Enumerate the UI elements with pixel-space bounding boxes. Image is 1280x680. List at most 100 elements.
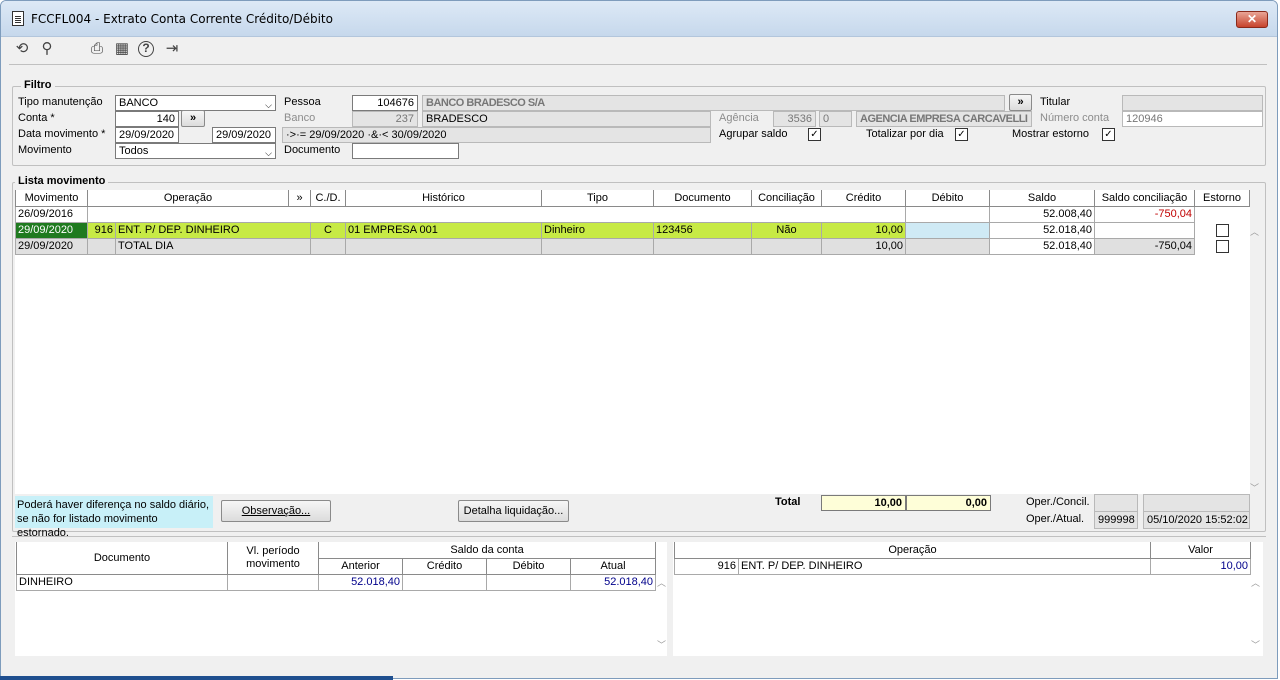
cell-operacao[interactable]: ENT. P/ DEP. DINHEIRO xyxy=(738,557,1151,575)
cell-debito[interactable] xyxy=(905,221,990,239)
table-row-total[interactable]: 29/09/2020 TOTAL DIA 10,00 52.018,40 -75… xyxy=(15,237,1250,255)
cell-documento[interactable]: 123456 xyxy=(653,221,752,239)
col-documento[interactable]: Documento xyxy=(16,542,228,575)
estorno-checkbox[interactable] xyxy=(1215,224,1229,237)
totalizar-dia-checkbox[interactable]: ✓ xyxy=(955,128,968,141)
pessoa-input[interactable]: 104676 xyxy=(352,95,418,111)
cell-operacao-code[interactable]: 916 xyxy=(87,221,116,239)
total-credito-field: 10,00 xyxy=(821,495,906,511)
cell-operacao[interactable]: ENT. P/ DEP. DINHEIRO xyxy=(115,221,311,239)
col-saldo[interactable]: Saldo xyxy=(989,190,1095,207)
pessoa-label: Pessoa xyxy=(284,96,321,108)
pessoa-lookup-button[interactable]: » xyxy=(1009,94,1032,111)
scroll-down-icon[interactable]: ﹀ xyxy=(1249,481,1260,494)
cell-vl-periodo[interactable] xyxy=(227,573,319,591)
cell-historico xyxy=(345,237,542,255)
calendar-icon[interactable]: ▦ xyxy=(113,40,131,58)
cell-credito[interactable]: 10,00 xyxy=(821,221,906,239)
col-documento[interactable]: Documento xyxy=(653,190,752,207)
col-credito[interactable]: Crédito xyxy=(821,190,906,207)
refresh-icon[interactable]: ⟲ xyxy=(13,40,31,58)
title-bar: FCCFL004 - Extrato Conta Corrente Crédit… xyxy=(1,1,1277,37)
cell-operacao-code[interactable]: 916 xyxy=(674,557,739,575)
cell-credito[interactable]: 10,00 xyxy=(821,237,906,255)
scroll-down-icon[interactable]: ﹀ xyxy=(656,638,667,651)
col-cd[interactable]: C./D. xyxy=(310,190,346,207)
col-atual[interactable]: Atual xyxy=(569,557,657,575)
cell-estorno xyxy=(1195,206,1250,222)
note-line-1: Poderá haver diferença no saldo diário, xyxy=(17,499,210,511)
cell-saldo-conciliacao[interactable] xyxy=(1094,221,1195,239)
table-row[interactable]: 916 ENT. P/ DEP. DINHEIRO 10,00 xyxy=(674,557,1251,575)
col-estorno[interactable]: Estorno xyxy=(1194,190,1250,207)
tipo-manutencao-select[interactable]: BANCO ⌵ xyxy=(115,95,276,111)
col-anterior[interactable]: Anterior xyxy=(318,557,403,575)
search-icon[interactable]: ⚲ xyxy=(38,40,56,58)
estorno-checkbox[interactable] xyxy=(1215,240,1229,253)
col-vl-periodo[interactable]: Vl. período movimento xyxy=(227,542,319,575)
agencia-label: Agência xyxy=(719,112,759,124)
cell-saldo[interactable]: 52.008,40 xyxy=(989,205,1095,223)
table-row[interactable]: 26/09/2016 52.008,40 -750,04 xyxy=(15,205,1250,223)
observacao-button[interactable]: Observação... xyxy=(221,500,331,522)
cell-movimento[interactable]: 26/09/2016 xyxy=(15,205,88,223)
cell-valor[interactable]: 10,00 xyxy=(1150,557,1251,575)
cell-documento[interactable]: DINHEIRO xyxy=(16,573,228,591)
cell-anterior[interactable]: 52.018,40 xyxy=(318,573,403,591)
col-movimento[interactable]: Movimento xyxy=(15,190,88,207)
documento-input[interactable] xyxy=(352,143,459,159)
col-saldo-conciliacao[interactable]: Saldo conciliação xyxy=(1094,190,1195,207)
table-row[interactable]: DINHEIRO 52.018,40 52.018,40 xyxy=(16,573,657,591)
col-credito[interactable]: Crédito xyxy=(402,557,487,575)
cell-movimento[interactable]: 29/09/2020 xyxy=(15,221,88,239)
col-valor[interactable]: Valor xyxy=(1150,542,1251,559)
data-inicio-input[interactable]: 29/09/2020 xyxy=(115,127,179,143)
mostrar-estorno-label: Mostrar estorno xyxy=(1012,128,1090,140)
help-icon[interactable]: ? xyxy=(138,41,154,57)
col-expand[interactable]: » xyxy=(288,190,311,207)
conta-input[interactable]: 140 xyxy=(115,111,179,127)
cell-credito[interactable] xyxy=(402,573,487,591)
table-row-selected[interactable]: 29/09/2020 916 ENT. P/ DEP. DINHEIRO C 0… xyxy=(15,221,1250,239)
cell-debito[interactable] xyxy=(486,573,571,591)
total-label: Total xyxy=(775,496,801,508)
movimento-select[interactable]: Todos ⌵ xyxy=(115,143,276,159)
cell-conciliacao xyxy=(751,237,822,255)
cell-saldo-conciliacao[interactable]: -750,04 xyxy=(1094,205,1195,223)
col-debito[interactable]: Débito xyxy=(905,190,990,207)
cell-movimento[interactable]: 29/09/2020 xyxy=(15,237,88,255)
oper-atual-field: 999998 xyxy=(1094,511,1138,529)
banco-label: Banco xyxy=(284,112,316,124)
cell-historico[interactable]: 01 EMPRESA 001 xyxy=(345,221,542,239)
col-operacao[interactable]: Operação xyxy=(674,542,1151,559)
totalizar-dia-label: Totalizar por dia xyxy=(866,128,944,140)
cell-saldo-conciliacao[interactable]: -750,04 xyxy=(1094,237,1195,255)
cell-saldo[interactable]: 52.018,40 xyxy=(989,221,1095,239)
tipo-manutencao-label: Tipo manutenção xyxy=(18,96,103,108)
cell-operacao[interactable]: TOTAL DIA xyxy=(115,237,311,255)
scroll-down-icon[interactable]: ﹀ xyxy=(1250,638,1261,651)
col-debito[interactable]: Débito xyxy=(486,557,571,575)
scroll-up-icon[interactable]: ︿ xyxy=(1249,225,1260,238)
col-conciliacao[interactable]: Conciliação xyxy=(751,190,822,207)
scroll-up-icon[interactable]: ︿ xyxy=(1250,576,1261,589)
col-operacao[interactable]: Operação xyxy=(87,190,289,207)
detalha-liquidacao-button[interactable]: Detalha liquidação... xyxy=(458,500,569,522)
cell-conciliacao[interactable]: Não xyxy=(751,221,822,239)
conta-lookup-button[interactable]: » xyxy=(181,110,205,127)
col-historico[interactable]: Histórico xyxy=(345,190,542,207)
cell-saldo[interactable]: 52.018,40 xyxy=(989,237,1095,255)
scroll-up-icon[interactable]: ︿ xyxy=(656,576,667,589)
print-icon[interactable]: ⎙ xyxy=(88,40,106,58)
col-tipo[interactable]: Tipo xyxy=(541,190,654,207)
titular-field xyxy=(1122,95,1263,111)
cell-atual[interactable]: 52.018,40 xyxy=(569,573,657,591)
close-button[interactable]: ✕ xyxy=(1236,11,1268,28)
mostrar-estorno-checkbox[interactable]: ✓ xyxy=(1102,128,1115,141)
cell-tipo[interactable]: Dinheiro xyxy=(541,221,654,239)
cell-cd[interactable]: C xyxy=(310,221,346,239)
data-fim-input[interactable]: 29/09/2020 xyxy=(212,127,276,143)
agencia-code-field: 3536 xyxy=(773,111,816,127)
exit-icon[interactable]: ⇥ xyxy=(163,40,181,58)
agrupar-saldo-checkbox[interactable]: ✓ xyxy=(808,128,821,141)
